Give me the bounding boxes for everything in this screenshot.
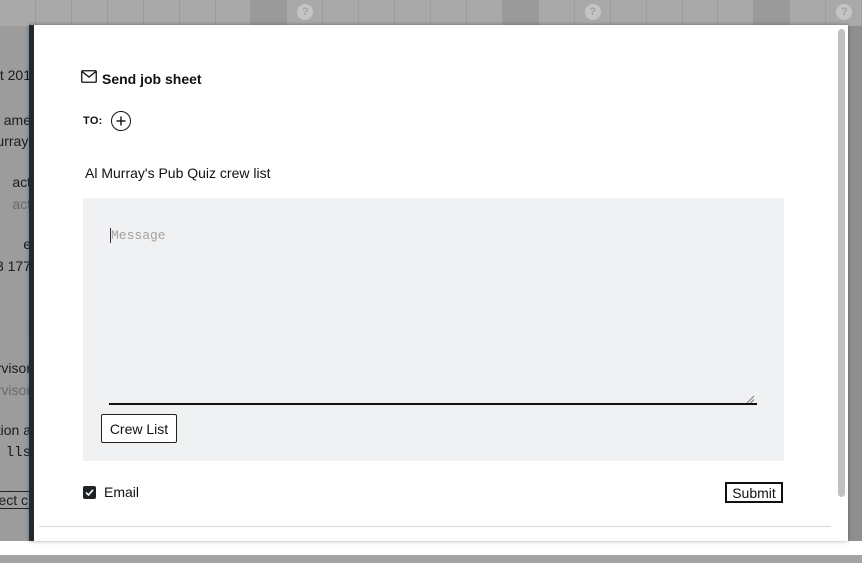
- grid-cell: [72, 0, 108, 26]
- recipients-row: TO:: [83, 111, 131, 131]
- grid-cell: [108, 0, 144, 26]
- help-icon: ?: [584, 4, 601, 20]
- plus-circle-icon: [116, 116, 126, 126]
- grid-cell: ?: [287, 0, 324, 26]
- grid-cell: [0, 0, 36, 26]
- dialog-title: Send job sheet: [102, 71, 202, 87]
- background-text: rvisor: [0, 382, 31, 398]
- dialog-scrollbar[interactable]: [835, 27, 847, 527]
- grid-cell: [144, 0, 180, 26]
- grid-cell: [754, 0, 791, 26]
- submit-button[interactable]: Submit: [725, 482, 783, 503]
- scrollbar-thumb[interactable]: [838, 29, 845, 497]
- email-label: Email: [104, 484, 140, 500]
- grid-cell: [251, 0, 288, 26]
- message-textarea[interactable]: [109, 223, 757, 405]
- grid-cell: [467, 0, 503, 26]
- grid-cell: ?: [826, 0, 862, 26]
- grid-cell: [718, 0, 755, 26]
- resize-grip-icon[interactable]: [745, 394, 755, 404]
- grid-cell: [431, 0, 467, 26]
- grid-cell: [395, 0, 432, 26]
- grid-cell: [790, 0, 827, 26]
- add-recipient-button[interactable]: [110, 111, 131, 131]
- to-label: TO:: [83, 115, 103, 127]
- message-panel: Crew List: [83, 198, 784, 461]
- grid-cell: [216, 0, 252, 26]
- send-job-sheet-dialog: Send job sheet TO: Al Murray's Pub Quiz …: [29, 25, 848, 541]
- envelope-icon: [81, 69, 97, 83]
- help-icon: ?: [297, 4, 314, 20]
- grid-cell: [611, 0, 647, 26]
- grid-cell: [539, 0, 575, 26]
- checkmark-icon: [85, 488, 94, 496]
- grid-cell: ?: [575, 0, 611, 26]
- grid-cell: [180, 0, 216, 26]
- background-footer-band: [0, 541, 862, 555]
- background-grid: ? ? ?: [0, 0, 862, 26]
- grid-cell: [359, 0, 396, 26]
- dialog-header: Send job sheet: [81, 65, 202, 87]
- background-text: 3 177: [0, 258, 31, 274]
- grid-cell: [323, 0, 360, 26]
- background-text: ct 201: [0, 67, 31, 83]
- background-text: rvisor: [0, 360, 31, 376]
- email-option[interactable]: Email: [83, 484, 139, 500]
- background-text: urray': [0, 133, 31, 149]
- grid-cell: [36, 0, 72, 26]
- help-icon: ?: [836, 4, 853, 20]
- background-footer: [0, 555, 862, 563]
- crew-list-button[interactable]: Crew List: [101, 414, 177, 443]
- background-text: tion a: [0, 422, 31, 438]
- text-cursor: [110, 228, 111, 243]
- background-text: ame: [3, 112, 31, 128]
- background-text: lls: [5, 445, 31, 461]
- dialog-divider: [39, 526, 831, 527]
- grid-cell: [647, 0, 683, 26]
- background-button: oject c: [0, 491, 31, 509]
- grid-cell: [502, 0, 539, 26]
- grid-cell: [683, 0, 719, 26]
- email-checkbox[interactable]: [83, 485, 96, 499]
- subject-line: Al Murray's Pub Quiz crew list: [85, 165, 271, 181]
